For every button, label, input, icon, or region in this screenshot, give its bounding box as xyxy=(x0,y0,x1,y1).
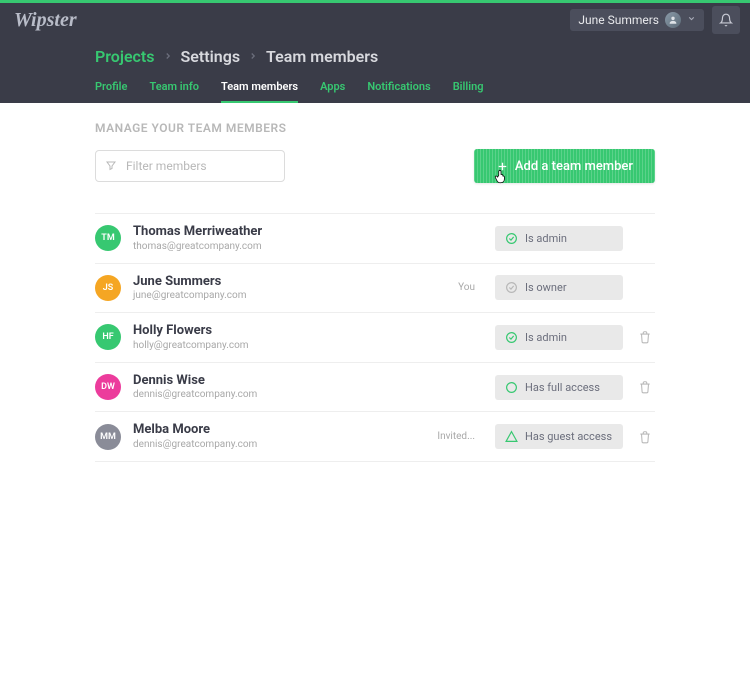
user-name-label: June Summers xyxy=(578,13,659,27)
controls-row: Add a team member xyxy=(95,149,655,183)
role-selector[interactable]: Is admin xyxy=(495,325,623,350)
member-info: Dennis Wisedennis@greatcompany.com xyxy=(133,373,483,402)
avatar: HF xyxy=(95,324,121,350)
tab-billing[interactable]: Billing xyxy=(453,80,484,103)
chevron-right-icon xyxy=(248,49,258,65)
member-info: Melba Mooredennis@greatcompany.com xyxy=(133,422,425,451)
filter-icon xyxy=(105,157,117,176)
notifications-button[interactable] xyxy=(712,6,740,34)
role-label: Has full access xyxy=(525,381,600,394)
tab-team-members[interactable]: Team members xyxy=(221,80,298,103)
app-header: Wipster June Summers Projects Settings xyxy=(0,3,750,103)
role-selector[interactable]: Has full access xyxy=(495,375,623,400)
role-status-icon xyxy=(505,281,518,294)
role-status-icon xyxy=(505,331,518,344)
chevron-down-icon xyxy=(687,14,696,26)
bell-icon xyxy=(719,13,733,27)
tab-profile[interactable]: Profile xyxy=(95,80,127,103)
avatar: TM xyxy=(95,225,121,251)
role-selector[interactable]: Is owner xyxy=(495,275,623,300)
member-info: Thomas Merriweatherthomas@greatcompany.c… xyxy=(133,224,483,253)
member-name: June Summers xyxy=(133,274,446,290)
section-title: MANAGE YOUR TEAM MEMBERS xyxy=(95,121,655,135)
settings-tabs: Profile Team info Team members Apps Noti… xyxy=(95,72,750,103)
tab-apps[interactable]: Apps xyxy=(320,80,345,103)
tab-notifications[interactable]: Notifications xyxy=(367,80,430,103)
member-name: Dennis Wise xyxy=(133,373,483,389)
delete-member-button[interactable] xyxy=(635,330,655,344)
member-name: Melba Moore xyxy=(133,422,425,438)
member-email: holly@greatcompany.com xyxy=(133,339,483,352)
role-status-icon xyxy=(505,430,518,443)
member-list: TM Thomas Merriweatherthomas@greatcompany… xyxy=(95,213,655,462)
member-meta-label: You xyxy=(458,282,475,293)
role-selector[interactable]: Has guest access xyxy=(495,424,623,449)
add-team-member-button[interactable]: Add a team member xyxy=(474,149,655,183)
plus-icon xyxy=(496,160,509,173)
avatar: MM xyxy=(95,424,121,450)
delete-member-button[interactable] xyxy=(635,380,655,394)
breadcrumb: Projects Settings Team members xyxy=(95,37,750,72)
member-info: June Summersjune@greatcompany.com xyxy=(133,274,446,303)
header-right: June Summers xyxy=(570,6,740,34)
member-row: HF Holly Flowersholly@greatcompany.com Is … xyxy=(95,313,655,363)
member-info: Holly Flowersholly@greatcompany.com xyxy=(133,323,483,352)
member-email: dennis@greatcompany.com xyxy=(133,388,483,401)
member-name: Holly Flowers xyxy=(133,323,483,339)
member-email: june@greatcompany.com xyxy=(133,289,446,302)
user-avatar-icon xyxy=(665,12,681,28)
breadcrumb-section[interactable]: Settings xyxy=(181,47,241,66)
member-row: MM Melba Mooredennis@greatcompany.com Invi… xyxy=(95,412,655,462)
avatar: JS xyxy=(95,275,121,301)
filter-input[interactable] xyxy=(95,150,285,182)
delete-member-button[interactable] xyxy=(635,430,655,444)
breadcrumb-root[interactable]: Projects xyxy=(95,47,155,66)
role-label: Is owner xyxy=(525,281,567,294)
member-meta-label: Invited... xyxy=(437,431,475,442)
role-label: Has guest access xyxy=(525,430,612,443)
tab-team-info[interactable]: Team info xyxy=(149,80,199,103)
role-status-icon xyxy=(505,232,518,245)
member-row: TM Thomas Merriweatherthomas@greatcompany… xyxy=(95,214,655,264)
content-area: MANAGE YOUR TEAM MEMBERS Add a team memb… xyxy=(0,103,750,462)
role-status-icon xyxy=(505,381,518,394)
logo[interactable]: Wipster xyxy=(14,9,77,32)
member-name: Thomas Merriweather xyxy=(133,224,483,240)
add-button-label: Add a team member xyxy=(515,159,633,174)
member-row: JS June Summersjune@greatcompany.com You Is… xyxy=(95,264,655,314)
member-row: DW Dennis Wisedennis@greatcompany.com Has … xyxy=(95,363,655,413)
role-label: Is admin xyxy=(525,232,567,245)
role-label: Is admin xyxy=(525,331,567,344)
member-email: thomas@greatcompany.com xyxy=(133,240,483,253)
avatar: DW xyxy=(95,374,121,400)
user-menu[interactable]: June Summers xyxy=(570,9,704,31)
breadcrumb-page: Team members xyxy=(266,47,378,66)
role-selector[interactable]: Is admin xyxy=(495,226,623,251)
member-email: dennis@greatcompany.com xyxy=(133,438,425,451)
header-top-row: Wipster June Summers xyxy=(0,3,750,37)
chevron-right-icon xyxy=(163,49,173,65)
filter-wrap xyxy=(95,150,285,182)
